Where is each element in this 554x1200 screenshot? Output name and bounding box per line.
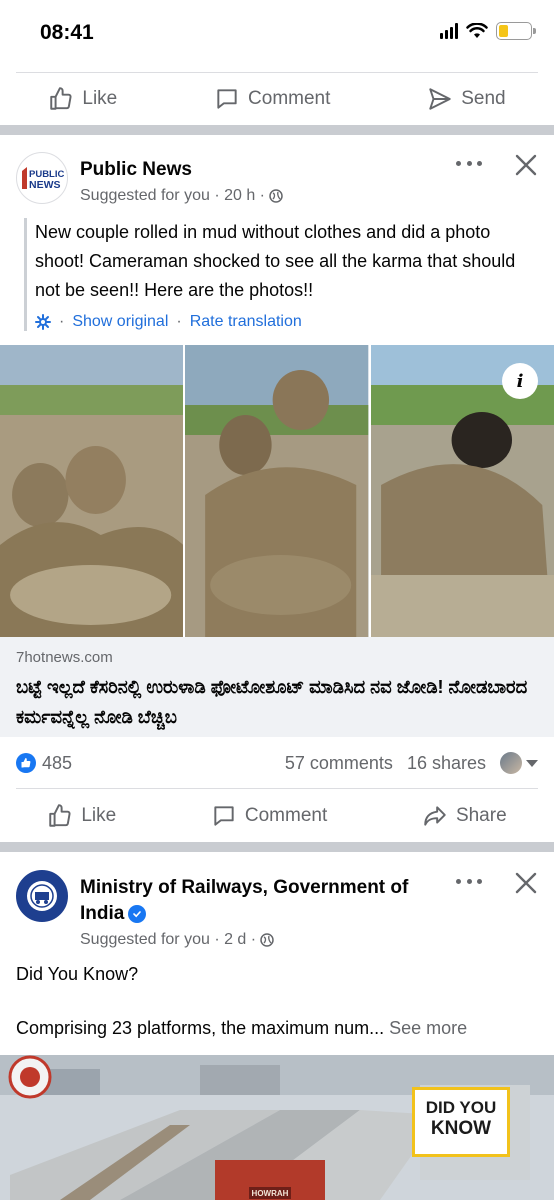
post-meta-text: Suggested for you · 20 h · (80, 187, 265, 204)
feed-separator (0, 125, 554, 135)
page-name-line1: Ministry of Railways, Government of (80, 877, 409, 898)
status-time: 08:41 (40, 21, 94, 44)
battery-level (499, 25, 508, 37)
comment-icon (214, 806, 234, 826)
like-label: Like (82, 88, 118, 109)
status-bar: 08:41 (0, 0, 554, 70)
like-reaction-icon (16, 753, 36, 773)
send-button[interactable]: Send (427, 86, 506, 112)
more-options-icon[interactable] (456, 879, 482, 887)
badge-line1: DID YOU (425, 1098, 497, 1117)
avatar (500, 752, 522, 774)
gear-icon (35, 314, 51, 330)
did-you-know-badge: DID YOU KNOW (412, 1087, 510, 1157)
comment-icon (217, 89, 237, 109)
feed-separator (0, 842, 554, 852)
page-name-line2: India (80, 903, 125, 924)
station-sign-text: HOWRAH (252, 1189, 289, 1198)
indian-railways-logo (20, 874, 64, 918)
cellular-signal-icon (440, 23, 458, 39)
link-title: ಬಟ್ಟೆ ಇಲ್ಲದೆ ಕೆಸರಿನಲ್ಲಿ ಉರುಳಾಡಿ ಫೋಟೋಶೂಟ್… (16, 677, 528, 727)
chevron-down-icon (526, 759, 538, 767)
post-text-truncated: Comprising 23 platforms, the maximum num… (16, 1018, 385, 1038)
comments-count[interactable]: 57 comments (285, 753, 393, 774)
post-stats: 485 57 comments 16 shares (16, 748, 538, 778)
photo-1-image (0, 345, 184, 637)
close-icon[interactable] (514, 153, 538, 177)
post-meta: Suggested for you · 2 d · (80, 931, 274, 949)
photo-2-image (185, 345, 369, 637)
info-icon[interactable]: i (501, 363, 538, 399)
status-icons (440, 22, 536, 40)
verified-badge-icon (128, 904, 147, 923)
post-header: PUBLIC NEWS Public News Suggested for yo… (16, 152, 538, 212)
post-text-line2: Comprising 23 platforms, the maximum num… (16, 1018, 467, 1039)
post-meta: Suggested for you · 20 h · (80, 187, 283, 205)
see-more-link[interactable]: See more (389, 1018, 467, 1038)
post-photo-2[interactable] (185, 345, 369, 637)
thumbs-up-icon (50, 87, 72, 110)
public-news-logo: PUBLIC NEWS (22, 167, 65, 191)
post-text-line1: Did You Know? (16, 964, 139, 984)
reaction-count[interactable]: 485 (42, 753, 72, 774)
post-photo-1[interactable] (0, 345, 184, 637)
badge-line2: KNOW (430, 1118, 492, 1139)
share-button[interactable]: Share (422, 803, 507, 829)
page-name[interactable]: Public News (80, 157, 192, 183)
post-header: Ministry of Railways, Government of Indi… (16, 870, 538, 954)
link-preview[interactable]: 7hotnews.com ಬಟ್ಟೆ ಇಲ್ಲದೆ ಕೆಸರಿನಲ್ಲಿ ಉರು… (0, 637, 554, 737)
stats-right: 57 comments 16 shares (285, 752, 538, 774)
ministry-railways-avatar[interactable] (16, 870, 68, 922)
comment-label: Comment (244, 805, 328, 826)
rate-translation-link[interactable]: Rate translation (190, 313, 302, 331)
post-actions: Like Comment Share (0, 791, 554, 841)
share-icon (424, 806, 446, 826)
separator-dot: · (59, 313, 65, 330)
share-label: Share (455, 805, 507, 826)
send-label: Send (461, 88, 506, 109)
globe-icon (260, 933, 274, 947)
shares-count[interactable]: 16 shares (407, 753, 486, 774)
page-name[interactable]: Ministry of Railways, Government of Indi… (80, 875, 408, 927)
like-button[interactable]: Like (47, 803, 116, 829)
public-news-avatar[interactable]: PUBLIC NEWS (16, 152, 68, 204)
post-photo[interactable]: HOWRAH DID YOU KNOW (0, 1055, 554, 1200)
comment-button[interactable]: Comment (211, 803, 327, 829)
reaction-profile-selector[interactable] (500, 752, 538, 774)
battery-icon (496, 22, 536, 40)
translation-controls: · Show original · Rate translation (35, 313, 538, 331)
more-options-icon[interactable] (456, 161, 482, 169)
show-original-link[interactable]: Show original (72, 313, 168, 331)
previous-post-actions: Like Comment Send (0, 74, 554, 124)
logo-text-bottom: NEWS (29, 179, 61, 191)
comment-button[interactable]: Comment (214, 86, 330, 112)
divider (16, 72, 538, 73)
link-domain: 7hotnews.com (16, 649, 113, 666)
post-photo-strip[interactable]: i (0, 345, 554, 637)
post-photo-3[interactable]: i (370, 345, 554, 637)
post-text: New couple rolled in mud without clothes… (35, 222, 516, 300)
thumbs-up-icon (49, 804, 71, 827)
close-icon[interactable] (514, 871, 538, 895)
like-label: Like (81, 805, 117, 826)
divider (16, 788, 538, 789)
send-icon (429, 88, 451, 110)
wifi-icon (466, 23, 488, 38)
globe-icon (269, 189, 283, 203)
like-button[interactable]: Like (48, 86, 117, 112)
post-meta-text: Suggested for you · 2 d · (80, 931, 257, 948)
translated-post-body: New couple rolled in mud without clothes… (24, 218, 538, 331)
separator-dot: · (176, 313, 182, 330)
comment-label: Comment (248, 88, 331, 109)
